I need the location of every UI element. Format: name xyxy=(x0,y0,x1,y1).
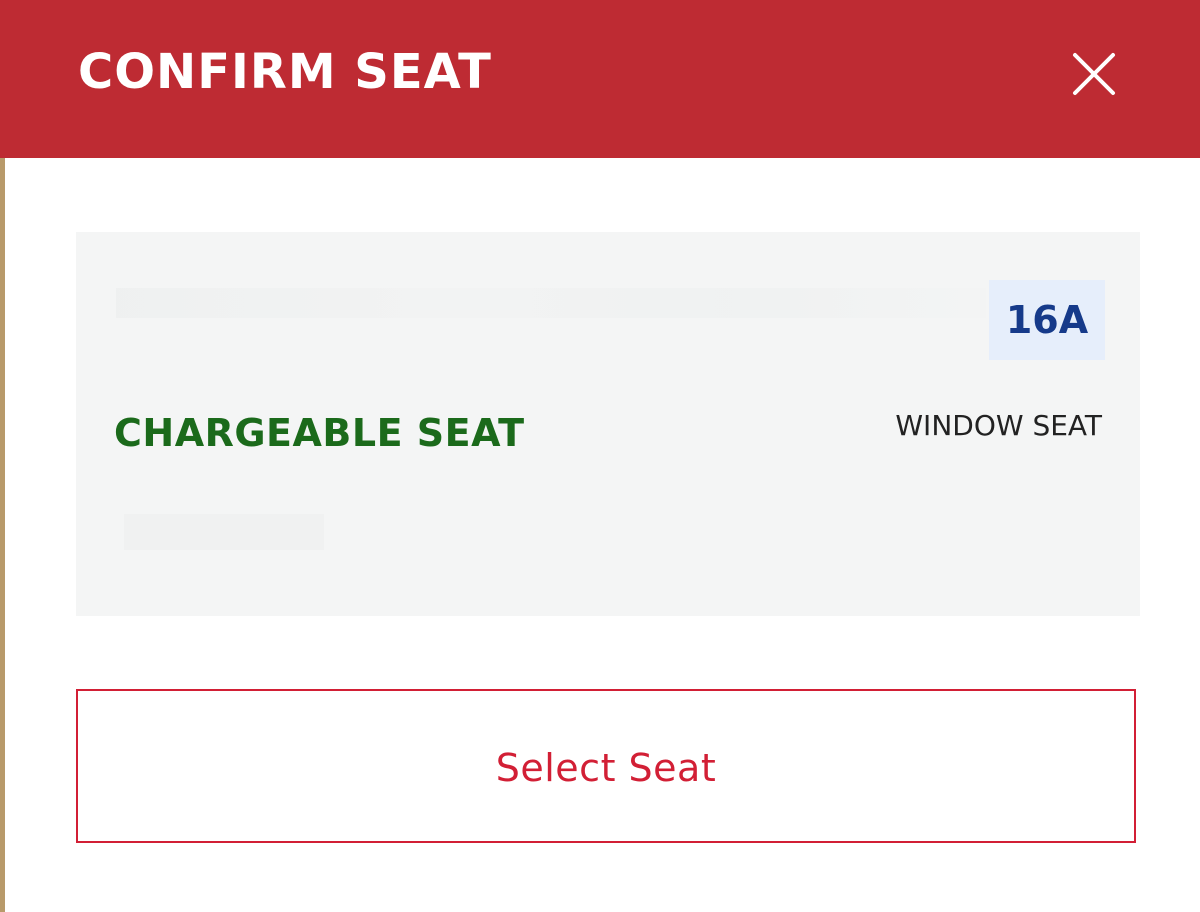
confirm-seat-dialog: CONFIRM SEAT 16A CHARGEABLE SEAT WINDOW … xyxy=(0,0,1200,912)
close-button[interactable] xyxy=(1060,40,1128,108)
close-icon xyxy=(1073,53,1115,95)
seat-category-label: CHARGEABLE SEAT xyxy=(114,411,525,455)
dialog-header: CONFIRM SEAT xyxy=(0,0,1200,158)
seat-position-label: WINDOW SEAT xyxy=(895,409,1102,442)
dialog-title: CONFIRM SEAT xyxy=(78,44,492,100)
faded-text-line xyxy=(116,288,986,318)
seat-details-card: 16A CHARGEABLE SEAT WINDOW SEAT xyxy=(76,232,1140,616)
seat-number-badge: 16A xyxy=(989,280,1105,360)
faded-price-placeholder xyxy=(124,514,324,550)
select-seat-button[interactable]: Select Seat xyxy=(76,689,1136,843)
